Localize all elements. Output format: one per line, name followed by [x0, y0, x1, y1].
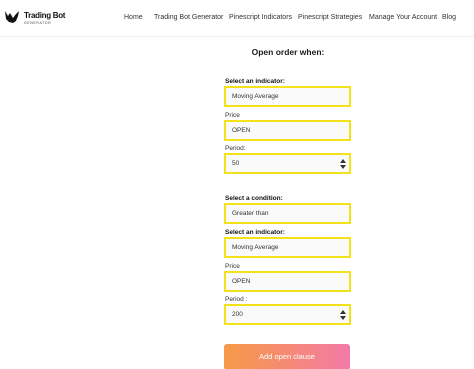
top-navigation-bar: Trading Bot GENERATOR Home Trading Bot G…: [0, 0, 474, 37]
condition-select-value: Greater than: [232, 210, 269, 217]
number-stepper-icon[interactable]: [340, 310, 346, 320]
second-period-input-value: 200: [232, 311, 243, 318]
period-input-value: 50: [232, 160, 240, 167]
add-open-clause-button[interactable]: Add open clause: [224, 344, 350, 369]
period-label: Period:: [225, 145, 246, 152]
logo-subtitle: GENERATOR: [24, 21, 52, 25]
nav-trading-bot-generator[interactable]: Trading Bot Generator: [154, 14, 223, 21]
second-indicator-label: Select an indicator:: [225, 229, 285, 236]
second-indicator-select[interactable]: Moving Average: [224, 237, 351, 258]
nav-manage-account[interactable]: Manage Your Account: [369, 14, 437, 21]
bull-logo-icon: [5, 11, 19, 23]
add-open-clause-label: Add open clause: [259, 352, 315, 361]
indicator-select[interactable]: Moving Average: [224, 86, 351, 107]
indicator-select-value: Moving Average: [232, 93, 279, 100]
number-stepper-icon[interactable]: [340, 159, 346, 169]
nav-pinescript-indicators[interactable]: Pinescript Indicators: [229, 14, 292, 21]
open-order-title: Open order when:: [251, 47, 325, 57]
second-price-label: Price: [225, 263, 240, 270]
nav-pinescript-strategies[interactable]: Pinescript Strategies: [298, 14, 362, 21]
second-period-input[interactable]: 200: [224, 304, 351, 325]
second-price-select[interactable]: OPEN: [224, 271, 351, 292]
second-price-select-value: OPEN: [232, 278, 251, 285]
logo-title: Trading Bot: [24, 11, 66, 20]
nav-blog[interactable]: Blog: [442, 14, 456, 21]
price-select-value: OPEN: [232, 127, 251, 134]
nav-home[interactable]: Home: [124, 14, 143, 21]
site-logo[interactable]: Trading Bot GENERATOR: [4, 8, 66, 30]
condition-select[interactable]: Greater than: [224, 203, 351, 224]
second-indicator-select-value: Moving Average: [232, 244, 279, 251]
condition-label: Select a condition:: [225, 195, 283, 202]
price-label: Price: [225, 112, 240, 119]
indicator-label: Select an indicator:: [225, 78, 285, 85]
second-period-label: Period :: [225, 296, 248, 303]
period-input[interactable]: 50: [224, 153, 351, 174]
price-select[interactable]: OPEN: [224, 120, 351, 141]
